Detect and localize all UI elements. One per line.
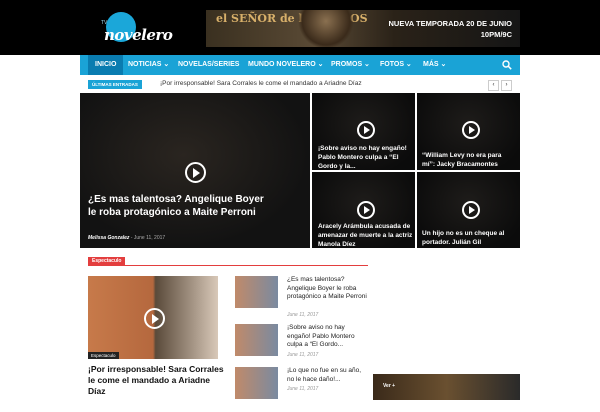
ticker-prev-button[interactable]: ‹ [488, 80, 499, 91]
hero-title[interactable]: ¿Es mas talentosa? Angelique Boyer le ro… [88, 193, 268, 219]
featured-category-badge[interactable]: Espectaculo [88, 352, 119, 359]
ticker-headline[interactable]: ¡Por irresponsable! Sara Corrales le com… [160, 80, 362, 87]
category-divider [88, 265, 368, 266]
list-item-date: June 11, 2017 [287, 386, 319, 392]
play-icon[interactable] [185, 162, 206, 183]
search-icon[interactable] [502, 60, 512, 70]
banner-line2: 10PM/9C [480, 30, 512, 39]
list-item-thumbnail[interactable] [235, 367, 278, 399]
promo-label[interactable]: Ver + [383, 383, 395, 389]
nav-item-promos[interactable]: PROMOS ⌄ [331, 55, 370, 75]
play-icon[interactable] [462, 121, 480, 139]
grid-article-title[interactable]: ¡Sobre aviso no hay engaño! Pablo Monter… [318, 144, 410, 171]
nav-item-mundo-novelero[interactable]: MUNDO NOVELERO ⌄ [248, 55, 323, 75]
list-item-thumbnail[interactable] [235, 276, 278, 308]
hero-article[interactable]: ¿Es mas talentosa? Angelique Boyer le ro… [80, 93, 310, 248]
list-item-title[interactable]: ¡Lo que no fue en su año, no le hace dañ… [287, 367, 370, 384]
grid-article-title[interactable]: Un hijo no es un cheque al portador. Jul… [422, 229, 514, 247]
play-icon[interactable] [144, 308, 165, 329]
category-section: Espectaculo Espectaculo ¡Por irresponsab… [80, 248, 374, 400]
nav-item-novelas[interactable]: NOVELAS/SERIES [178, 55, 239, 75]
ad-banner[interactable]: el SEÑOR de los CIELOS NUEVA TEMPORADA 2… [206, 10, 520, 47]
nav-item-noticias[interactable]: NOTICIAS ⌄ [128, 55, 169, 75]
main-nav: INICIO NOTICIAS ⌄ NOVELAS/SERIES MUNDO N… [80, 55, 520, 75]
nav-item-inicio[interactable]: INICIO [88, 55, 124, 75]
list-item-title[interactable]: ¿Es mas talentosa? Angelique Boyer le ro… [287, 276, 370, 302]
play-icon[interactable] [462, 201, 480, 219]
promo-strip[interactable]: Ver + [373, 374, 520, 400]
nav-item-mas[interactable]: MÁS ⌄ [423, 55, 446, 75]
grid-article[interactable]: “William Levy no era para mí”: Jacky Bra… [417, 93, 520, 170]
grid-article[interactable]: ¡Sobre aviso no hay engaño! Pablo Monter… [312, 93, 415, 170]
featured-title[interactable]: ¡Por irresponsable! Sara Corrales le com… [88, 364, 228, 397]
hero-date: June 11, 2017 [133, 235, 166, 241]
list-item[interactable]: ¡Sobre aviso no hay engaño! Pablo Monter… [235, 324, 370, 369]
list-item-date: June 11, 2017 [287, 312, 319, 318]
list-item-thumbnail[interactable] [235, 324, 278, 356]
hero-author[interactable]: Melissa Gonzalez [88, 235, 129, 241]
site-logo[interactable]: TV novelero [94, 10, 173, 46]
grid-article[interactable]: Un hijo no es un cheque al portador. Jul… [417, 172, 520, 248]
list-item[interactable]: ¿Es mas talentosa? Angelique Boyer le ro… [235, 276, 370, 321]
list-item-title[interactable]: ¡Sobre aviso no hay engaño! Pablo Monter… [287, 324, 370, 350]
hero-meta: Melissa Gonzalez - June 11, 2017 [88, 235, 166, 241]
play-icon[interactable] [357, 201, 375, 219]
play-icon[interactable] [357, 121, 375, 139]
ticker-label: ÚLTIMAS ENTRADAS [88, 80, 142, 89]
banner-image [296, 10, 356, 47]
list-item-date: June 11, 2017 [287, 352, 319, 358]
logo-text: novelero [104, 26, 173, 44]
header-bar: TV novelero el SEÑOR de los CIELOS NUEVA… [0, 0, 600, 55]
ticker-next-button[interactable]: › [501, 80, 512, 91]
list-item[interactable]: ¡Lo que no fue en su año, no le hace dañ… [235, 367, 370, 412]
grid-article-title[interactable]: Aracely Arámbula acusada de amenazar de … [318, 222, 415, 249]
banner-line1: NUEVA TEMPORADA 20 DE JUNIO [388, 19, 513, 28]
grid-article[interactable]: Aracely Arámbula acusada de amenazar de … [312, 172, 415, 248]
nav-item-fotos[interactable]: FOTOS ⌄ [380, 55, 412, 75]
featured-image[interactable]: Espectaculo [88, 276, 218, 359]
news-ticker: ÚLTIMAS ENTRADAS ¡Por irresponsable! Sar… [80, 76, 520, 93]
grid-article-title[interactable]: “William Levy no era para mí”: Jacky Bra… [422, 151, 514, 169]
